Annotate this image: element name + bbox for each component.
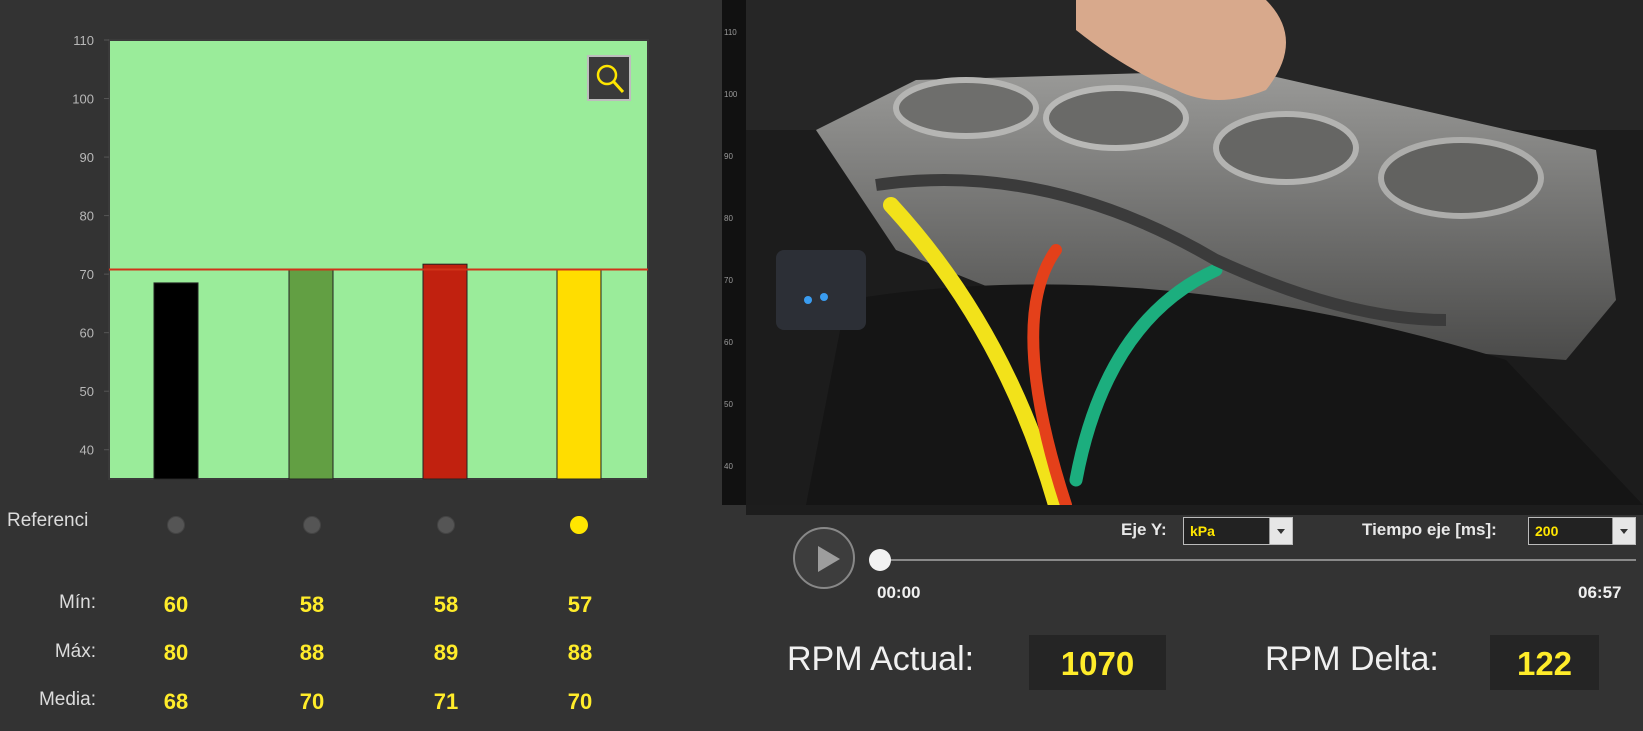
- rpm-delta-label: RPM Delta:: [1265, 640, 1439, 678]
- y-tick-label: 90: [80, 150, 94, 165]
- timeline-track[interactable]: [880, 559, 1636, 561]
- video-y-tick: 90: [724, 152, 733, 161]
- y-axis: 40 50 60 70 80 90 100 110: [72, 33, 109, 458]
- video-x-axis-strip: [746, 505, 1643, 515]
- video-frame[interactable]: [746, 0, 1643, 505]
- tiempo-eje-value: 200: [1535, 523, 1559, 539]
- magnifier-icon: [596, 64, 625, 94]
- min-value-1: 60: [163, 592, 189, 617]
- reference-label: Referenci: [7, 510, 89, 531]
- video-y-tick: 50: [724, 400, 733, 409]
- zoom-button[interactable]: [587, 55, 631, 101]
- max-label: Máx:: [54, 641, 96, 662]
- avg-value-1: 68: [163, 689, 189, 714]
- avg-value-2: 70: [299, 689, 325, 714]
- current-time: 00:00: [877, 583, 921, 602]
- video-y-tick: 80: [724, 214, 733, 223]
- video-y-tick: 110: [724, 28, 737, 37]
- reference-dot-2[interactable]: [303, 516, 321, 534]
- eje-y-value: kPa: [1190, 523, 1215, 539]
- bar-3: [422, 263, 468, 480]
- chevron-down-icon[interactable]: [1269, 518, 1292, 544]
- rpm-actual-box: 1070: [1029, 635, 1166, 690]
- max-value-3: 89: [433, 640, 459, 665]
- bar-2: [288, 268, 334, 480]
- rpm-actual-value: 1070: [1060, 645, 1135, 682]
- rpm-delta-value: 122: [1516, 645, 1573, 682]
- y-tick-label: 60: [80, 326, 94, 341]
- avg-label: Media:: [38, 689, 96, 710]
- engine-throttle-body-image: [746, 0, 1643, 505]
- min-value-4: 57: [567, 592, 593, 617]
- chevron-down-icon[interactable]: [1612, 518, 1635, 544]
- bar-1: [153, 282, 199, 480]
- avg-value-3: 71: [433, 689, 459, 714]
- max-value-4: 88: [567, 640, 593, 665]
- eje-y-label: Eje Y:: [1121, 520, 1167, 539]
- y-tick-label: 50: [80, 384, 94, 399]
- timeline-knob[interactable]: [869, 549, 891, 571]
- min-label: Mín:: [59, 592, 96, 613]
- y-tick-label: 80: [80, 209, 94, 224]
- bar-4: [556, 268, 602, 480]
- tiempo-eje-label: Tiempo eje [ms]:: [1362, 520, 1497, 539]
- video-y-tick: 70: [724, 276, 733, 285]
- y-tick-label: 40: [80, 443, 94, 458]
- max-value-2: 88: [299, 640, 325, 665]
- reference-dot-3[interactable]: [437, 516, 455, 534]
- rpm-actual-label: RPM Actual:: [787, 640, 975, 678]
- reference-dot-1[interactable]: [167, 516, 185, 534]
- video-y-tick: 60: [724, 338, 733, 347]
- min-value-2: 58: [299, 592, 325, 617]
- eje-y-select[interactable]: kPa: [1183, 517, 1293, 545]
- tiempo-eje-select[interactable]: 200: [1528, 517, 1636, 545]
- y-tick-label: 100: [72, 92, 94, 107]
- total-time: 06:57: [1578, 583, 1622, 602]
- video-y-scale: [722, 0, 746, 505]
- rpm-delta-box: 122: [1490, 635, 1599, 690]
- play-button[interactable]: [793, 527, 855, 589]
- reference-dot-4[interactable]: [570, 516, 588, 534]
- y-tick-label: 110: [73, 33, 94, 48]
- avg-value-4: 70: [567, 689, 593, 714]
- max-value-1: 80: [163, 640, 189, 665]
- min-value-3: 58: [433, 592, 459, 617]
- y-tick-label: 70: [80, 267, 94, 282]
- video-y-tick: 40: [724, 462, 733, 471]
- video-y-tick: 100: [724, 90, 738, 99]
